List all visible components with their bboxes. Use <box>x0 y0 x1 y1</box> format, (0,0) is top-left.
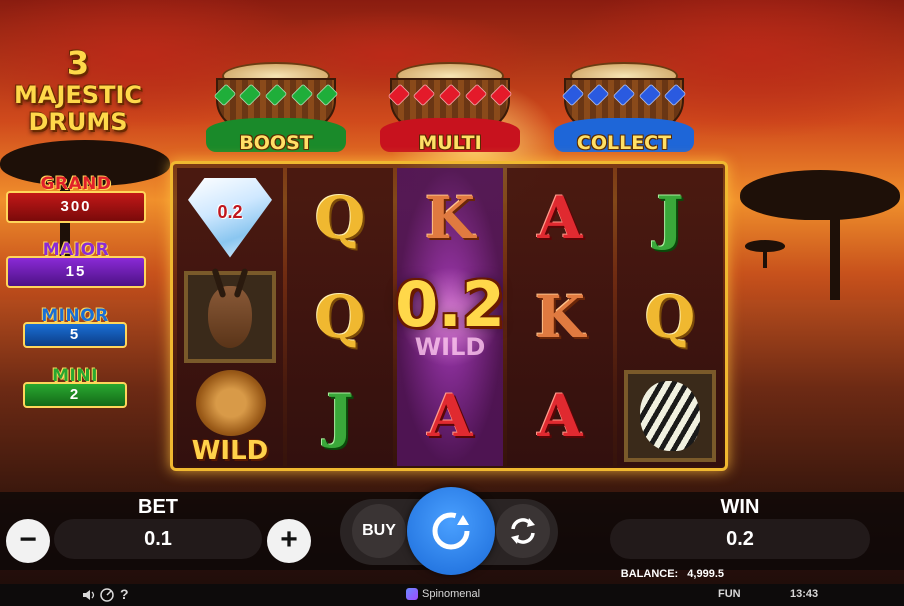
balance-label: BALANCE: <box>620 568 679 580</box>
status-bar: ? Spinomenal FUN 13:43 <box>0 584 904 606</box>
drum-boost-label: BOOST <box>239 132 313 154</box>
spin-button[interactable] <box>407 487 495 575</box>
clock: 13:43 <box>790 588 819 600</box>
antelope-icon <box>184 270 276 363</box>
reel-cell: A <box>397 366 503 465</box>
autoplay-button[interactable] <box>496 504 550 558</box>
jackpot-minor: MINOR 5 <box>23 306 127 350</box>
drum-collect: COLLECT <box>554 62 694 160</box>
jackpot-grand-value: 300 <box>6 191 146 223</box>
bet-value: 0.1 <box>54 519 262 559</box>
jackpot-mini: MINI 2 <box>23 366 127 410</box>
win-label: WIN <box>720 496 760 518</box>
symbol-q: Q <box>314 183 366 252</box>
reel-5: J Q <box>617 168 723 466</box>
symbol-q: Q <box>644 282 696 351</box>
reel-cell <box>177 267 283 366</box>
lion-wild-icon: WILD <box>178 366 282 466</box>
diamond-icon: 0.2 <box>188 177 272 258</box>
logo-word-majestic: MAJESTIC <box>14 81 142 109</box>
symbol-j: J <box>656 183 684 252</box>
reel-cell: K <box>397 168 503 267</box>
sound-icon[interactable] <box>82 588 96 602</box>
logo-word-drums: DRUMS <box>28 108 128 136</box>
bet-decrease-button[interactable]: − <box>6 519 50 563</box>
reel-cell: Q <box>287 168 393 267</box>
symbol-k: K <box>424 183 476 252</box>
symbol-q: Q <box>314 282 366 351</box>
reel-2: Q Q J <box>287 168 393 466</box>
symbol-a: A <box>427 381 473 450</box>
reel-1: 0.2 WILD <box>177 168 283 466</box>
balance-display: BALANCE: 4,999.5 <box>615 568 724 580</box>
reel-cell: WILD <box>177 366 283 466</box>
diamond-value: 0.2 <box>217 201 243 222</box>
acacia-tree <box>745 240 785 270</box>
reel-cell: Q <box>287 267 393 366</box>
blue-gem-drum-icon <box>560 83 688 114</box>
buy-feature-button[interactable]: BUY <box>352 504 406 558</box>
symbol-j: J <box>326 381 354 450</box>
brand-name: Spinomenal <box>422 588 481 600</box>
reel-cell: J <box>617 168 723 267</box>
spinomenal-logo-icon <box>406 588 418 600</box>
wild-label: WILD <box>191 435 269 466</box>
jackpot-minor-value: 5 <box>23 322 127 348</box>
symbol-a: A <box>537 381 583 450</box>
reel-cell: A <box>507 366 613 465</box>
logo-number: 3 <box>66 44 90 82</box>
jackpot-mini-value: 2 <box>23 382 127 408</box>
reel-cell: J <box>287 366 393 465</box>
jackpot-grand: GRAND 300 <box>6 174 146 226</box>
bet-increase-button[interactable]: + <box>267 519 311 563</box>
balance-value: 4,999.5 <box>687 568 724 580</box>
reel-cell: A <box>507 168 613 267</box>
game-background: 3 MAJESTIC DRUMS GRAND 300 MAJOR 15 MINO… <box>0 0 904 606</box>
zebra-icon <box>624 369 716 462</box>
turbo-icon[interactable] <box>100 588 114 602</box>
bet-label: BET <box>138 496 178 518</box>
drum-collect-label: COLLECT <box>576 132 672 154</box>
reel-cell: Q <box>617 267 723 366</box>
reel-cell <box>617 366 723 465</box>
win-amount-overlay: 0.2 <box>395 268 505 341</box>
win-value: 0.2 <box>610 519 870 559</box>
game-logo: 3 MAJESTIC DRUMS <box>0 44 156 136</box>
jackpot-major-value: 15 <box>6 256 146 288</box>
drum-multi-label: MULTI <box>418 132 482 154</box>
play-mode: FUN <box>718 588 741 600</box>
drum-multi: MULTI <box>380 62 520 160</box>
green-gem-drum-icon <box>212 83 340 114</box>
symbol-k: K <box>534 282 586 351</box>
reel-cell: K <box>507 267 613 366</box>
drum-boost: BOOST <box>206 62 346 160</box>
help-icon[interactable]: ? <box>120 586 129 602</box>
symbol-a: A <box>537 183 583 252</box>
red-gem-drum-icon <box>386 83 514 114</box>
reel-4: A K A <box>507 168 613 466</box>
jackpot-major: MAJOR 15 <box>6 240 146 290</box>
spin-arrows-icon <box>432 512 470 550</box>
provider-brand: Spinomenal <box>406 588 480 600</box>
autoplay-arrows-icon <box>511 518 535 544</box>
reel-cell: 0.2 <box>177 168 283 267</box>
